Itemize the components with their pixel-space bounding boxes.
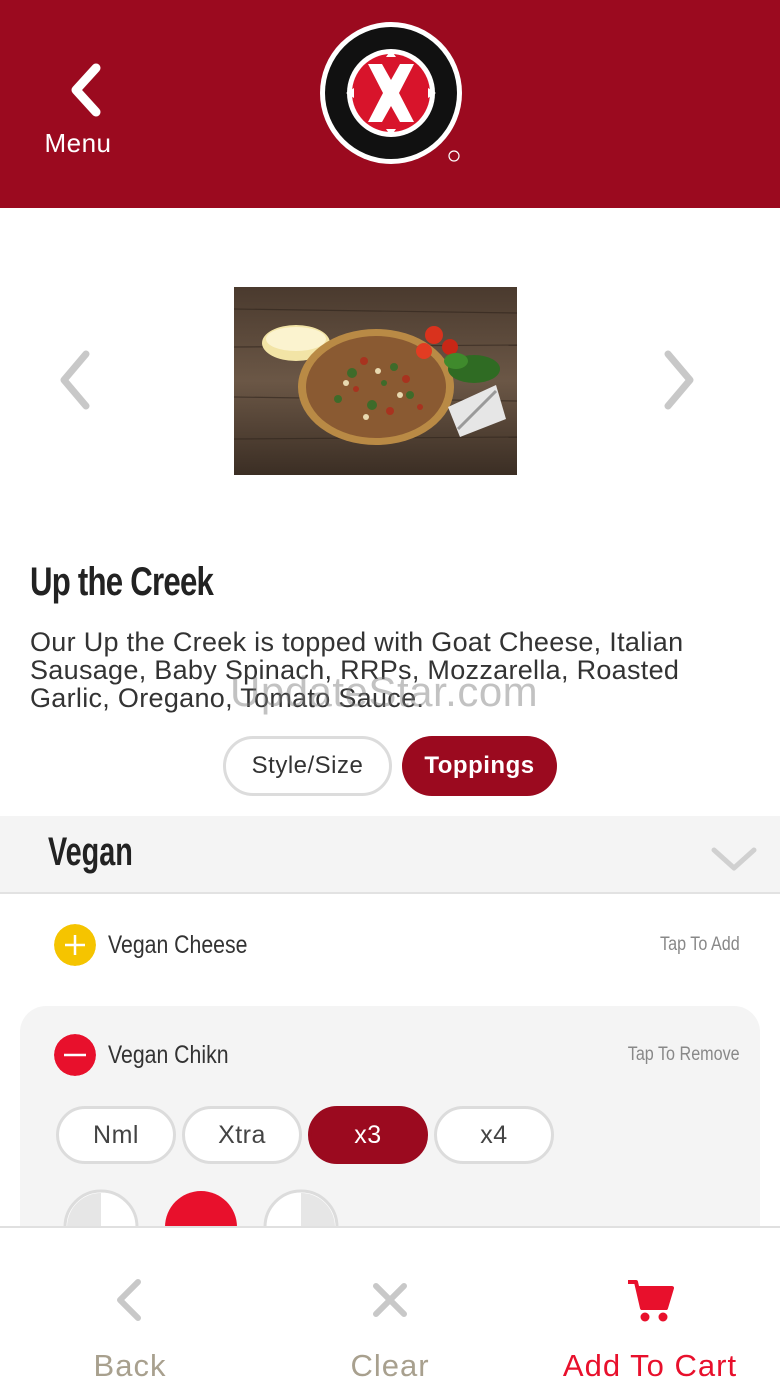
topping-hint: Tap To Remove (628, 1044, 740, 1065)
plus-icon[interactable] (54, 924, 96, 966)
add-to-cart-button[interactable]: Add To Cart (520, 1228, 780, 1387)
carousel-next-icon[interactable] (660, 348, 700, 412)
topping-hint: Tap To Add (660, 934, 740, 955)
product-image-carousel (0, 208, 780, 548)
clear-button[interactable]: Clear (260, 1228, 520, 1387)
section-title: Vegan (48, 830, 133, 874)
qty-option-nml[interactable]: Nml (56, 1106, 176, 1164)
menu-back-label: Menu (44, 128, 112, 158)
tab-toppings[interactable]: Toppings (402, 736, 557, 796)
app-header: Menu (0, 0, 780, 208)
product-image (234, 287, 517, 475)
product-title: Up the Creek (30, 560, 214, 604)
section-header-vegan[interactable]: Vegan (0, 816, 780, 894)
clear-label: Clear (350, 1348, 430, 1383)
extreme-pizza-logo (320, 22, 462, 164)
tab-style-size[interactable]: Style/Size (223, 736, 392, 796)
topping-row-vegan-chikn[interactable]: Vegan Chikn Tap To Remove (0, 1016, 780, 1096)
back-button[interactable]: Back (0, 1228, 260, 1387)
qty-option-x4[interactable]: x4 (434, 1106, 554, 1164)
menu-back-button[interactable]: Menu (36, 60, 126, 170)
add-to-cart-label: Add To Cart (562, 1348, 738, 1383)
bottom-action-bar: Back Clear Add To Cart (0, 1226, 780, 1387)
minus-icon[interactable] (54, 1034, 96, 1076)
shopping-cart-icon (628, 1280, 674, 1322)
chevron-left-icon (71, 63, 101, 117)
topping-name: Vegan Cheese (108, 931, 248, 959)
carousel-prev-icon[interactable] (54, 348, 94, 412)
topping-name: Vegan Chikn (108, 1041, 229, 1069)
back-label: Back (93, 1348, 167, 1383)
topping-row-vegan-cheese[interactable]: Vegan Cheese Tap To Add (0, 906, 780, 986)
product-description: Our Up the Creek is topped with Goat Che… (30, 627, 684, 713)
qty-option-xtra[interactable]: Xtra (182, 1106, 302, 1164)
close-icon (373, 1283, 407, 1317)
qty-option-x3[interactable]: x3 (308, 1106, 428, 1164)
chevron-left-icon (117, 1279, 141, 1321)
chevron-down-icon (711, 847, 757, 871)
